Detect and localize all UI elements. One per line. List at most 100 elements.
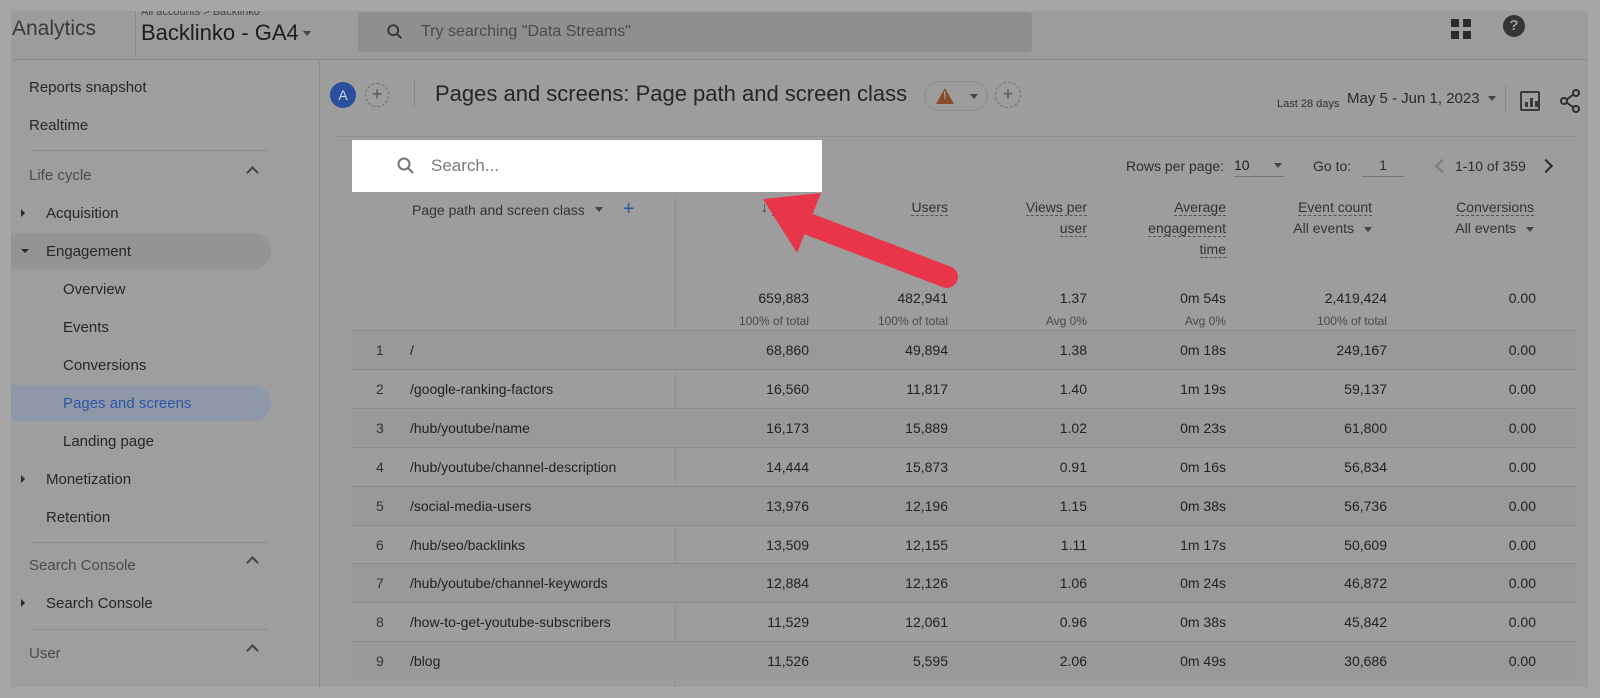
views-per-user-cell: 1.11 (1060, 536, 1087, 553)
sidebar-item-acquisition[interactable]: Acquisition (11, 195, 271, 231)
views-per-user-cell: 0.91 (1059, 458, 1087, 475)
total-note: 100% of total (877, 314, 948, 328)
event-count-cell: 59,137 (1344, 380, 1387, 397)
views-per-user-cell: 1.06 (1059, 575, 1087, 592)
table-row[interactable]: 5/social-media-users 13,976 12,196 1.15 0m 3… (352, 485, 1576, 525)
sidebar-item-pages-and-screens[interactable]: Pages and screens (11, 385, 271, 421)
conversions-cell: 0.00 (1508, 614, 1536, 631)
account-breadcrumb[interactable]: All accounts > Backlinko (141, 11, 260, 18)
share-icon[interactable] (1559, 89, 1581, 113)
sidebar-item-events[interactable]: Events (11, 309, 271, 345)
table-row[interactable]: 7/hub/youtube/channel-keywords 12,884 12,1… (352, 563, 1576, 603)
dimension-header[interactable]: Page path and screen class + (412, 198, 634, 221)
event-count-cell: 56,834 (1344, 458, 1387, 475)
column-label: user (1059, 220, 1087, 237)
column-header-views-per-user[interactable]: Views per user (976, 197, 1087, 239)
conversion-filter-dropdown[interactable]: All events (1416, 218, 1534, 239)
sidebar-item-landing-page[interactable]: Landing page (11, 423, 271, 459)
sidebar-item-retention[interactable]: Retention (11, 499, 271, 535)
add-comparison-button[interactable]: + (365, 83, 389, 107)
column-header-conversions[interactable]: Conversions All events (1416, 197, 1534, 239)
views-per-user-cell: 1.15 (1059, 497, 1087, 514)
table-row[interactable]: 8/how-to-get-youtube-subscribers 11,529 12… (352, 602, 1576, 641)
section-search-console[interactable]: Search Console (11, 550, 271, 580)
table-search-input[interactable] (431, 156, 791, 176)
column-header-event-count[interactable]: Event count All events (1256, 197, 1372, 239)
users-cell: 12,061 (905, 614, 948, 631)
column-header-avg-engagement-time[interactable]: Average engagement time (1116, 197, 1226, 260)
table-row[interactable]: 9/blog 11,526 5,595 2.06 0m 49s 30,686 0.00 (352, 641, 1576, 681)
row-index: 3 (376, 419, 384, 436)
event-count-cell: 45,842 (1344, 614, 1387, 631)
column-header-users[interactable]: Users (836, 197, 948, 218)
apps-grid-icon[interactable] (1451, 19, 1471, 39)
conversions-cell: 0.00 (1508, 575, 1536, 592)
help-icon[interactable]: ? (1503, 15, 1525, 37)
page-path-cell[interactable]: /how-to-get-youtube-subscribers (410, 614, 611, 630)
caret-down-icon (1526, 226, 1534, 232)
comparison-avatar[interactable]: A (330, 82, 356, 108)
row-index: 7 (376, 575, 384, 592)
page-path-cell[interactable]: /hub/youtube/name (410, 420, 530, 436)
date-range-picker[interactable]: May 5 - Jun 1, 2023 (1347, 90, 1496, 107)
collapse-arrow-icon (21, 249, 29, 253)
page-path-cell[interactable]: / (410, 342, 414, 358)
search-icon (387, 24, 403, 40)
filter-value: All events (1455, 220, 1516, 236)
views-cell: 13,509 (766, 536, 809, 553)
add-filter-button[interactable]: + (995, 82, 1021, 108)
page-path-cell[interactable]: /hub/seo/backlinks (410, 537, 525, 553)
sort-desc-icon: ↓ (761, 199, 772, 215)
section-label: Life cycle (29, 166, 92, 184)
sidebar-item-engagement[interactable]: Engagement (11, 233, 271, 269)
avg-engagement-cell: 0m 18s (1180, 342, 1226, 358)
page-path-cell[interactable]: /social-media-users (410, 498, 531, 514)
rows-per-page-select[interactable]: 10 (1234, 157, 1284, 177)
sidebar-item-label: Acquisition (46, 204, 119, 222)
column-header-views[interactable]: ↓ Views (731, 197, 809, 218)
goto-page-input[interactable] (1362, 157, 1404, 177)
sidebar-nav: Reports snapshot Realtime Life cycle Acq… (11, 61, 320, 687)
page-path-cell[interactable]: /google-ranking-factors (410, 381, 553, 397)
section-life-cycle[interactable]: Life cycle (11, 160, 271, 190)
table-row[interactable]: 1 / 68,860 49,894 1.38 0m 18s 249,167 0.00 (352, 330, 1576, 369)
sidebar-item-realtime[interactable]: Realtime (11, 107, 271, 143)
report-table-card: Rows per page: 10 Go to: 1-10 of 359 Pag… (336, 136, 1576, 687)
property-name: Backlinko - GA4 (141, 20, 299, 45)
divider (32, 150, 268, 151)
avg-engagement-cell: 0m 16s (1180, 458, 1226, 475)
section-user[interactable]: User (11, 638, 271, 668)
sidebar-item-label: Engagement (46, 242, 132, 260)
sidebar-item-overview[interactable]: Overview (11, 271, 271, 307)
table-row[interactable]: 6/hub/seo/backlinks 13,509 12,155 1.11 1m 17… (352, 524, 1576, 564)
add-dimension-icon[interactable]: + (623, 198, 635, 221)
table-row[interactable]: 3/hub/youtube/name 16,173 15,889 1.02 0m 23s… (352, 407, 1576, 447)
users-cell: 15,889 (905, 419, 948, 436)
caret-down-icon (594, 207, 603, 212)
table-search-box[interactable] (352, 140, 822, 192)
conversions-cell: 0.00 (1508, 342, 1536, 358)
table-row[interactable]: 2/google-ranking-factors 16,560 11,817 1.40… (352, 368, 1576, 408)
views-per-user-cell: 1.40 (1059, 380, 1087, 397)
sidebar-item-label: Realtime (29, 116, 89, 134)
next-page-icon[interactable] (1538, 158, 1554, 174)
users-cell: 11,817 (906, 380, 948, 397)
chevron-up-icon (246, 556, 259, 569)
previous-page-icon[interactable] (1434, 158, 1450, 174)
sidebar-item-search-console[interactable]: Search Console (11, 585, 271, 621)
customize-report-icon[interactable] (1520, 91, 1540, 111)
top-bar: Analytics All accounts > Backlinko Backl… (11, 11, 1588, 60)
data-quality-warning-button[interactable] (924, 81, 988, 111)
property-selector[interactable]: Backlinko - GA4 (141, 20, 311, 46)
sidebar-item-conversions[interactable]: Conversions (11, 347, 271, 383)
page-path-cell[interactable]: /blog (410, 653, 440, 669)
sidebar-item-reports-snapshot[interactable]: Reports snapshot (11, 69, 271, 105)
event-filter-dropdown[interactable]: All events (1256, 218, 1372, 239)
divider (135, 11, 136, 55)
avg-engagement-cell: 0m 49s (1180, 653, 1226, 670)
global-search-bar[interactable]: Try searching "Data Streams" (358, 12, 1032, 52)
table-row[interactable]: 4/hub/youtube/channel-description 14,444 1… (352, 446, 1576, 486)
sidebar-item-monetization[interactable]: Monetization (11, 461, 271, 497)
page-path-cell[interactable]: /hub/youtube/channel-keywords (410, 575, 608, 591)
page-path-cell[interactable]: /hub/youtube/channel-description (410, 459, 616, 475)
